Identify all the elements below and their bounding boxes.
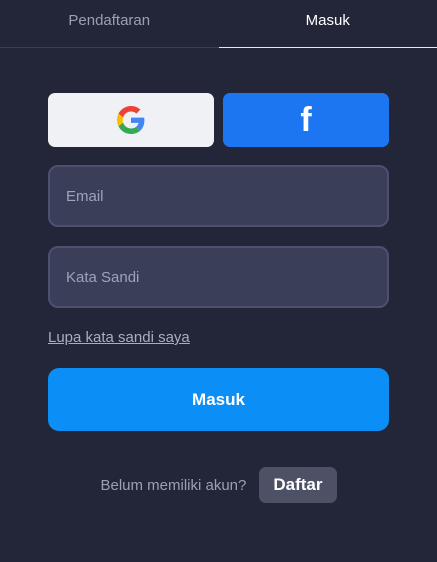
signup-button[interactable]: Daftar <box>259 467 337 503</box>
facebook-login-button[interactable]: f <box>223 93 389 147</box>
tab-register[interactable]: Pendaftaran <box>0 0 219 48</box>
tab-login-label: Masuk <box>305 12 350 29</box>
social-login-row: f <box>48 93 389 147</box>
signup-row: Belum memiliki akun? Daftar <box>0 467 437 503</box>
signup-prompt: Belum memiliki akun? <box>100 476 247 494</box>
login-submit-button[interactable]: Masuk <box>48 368 389 431</box>
tab-register-label: Pendaftaran <box>68 12 151 29</box>
forgot-password-link[interactable]: Lupa kata sandi saya <box>48 329 190 346</box>
google-login-button[interactable] <box>48 93 214 147</box>
google-icon <box>117 106 145 134</box>
tab-login[interactable]: Masuk <box>218 0 437 48</box>
password-field[interactable] <box>48 246 389 308</box>
email-field[interactable] <box>48 165 389 227</box>
facebook-icon: f <box>300 101 312 139</box>
auth-tabs: Pendaftaran Masuk <box>0 0 437 48</box>
